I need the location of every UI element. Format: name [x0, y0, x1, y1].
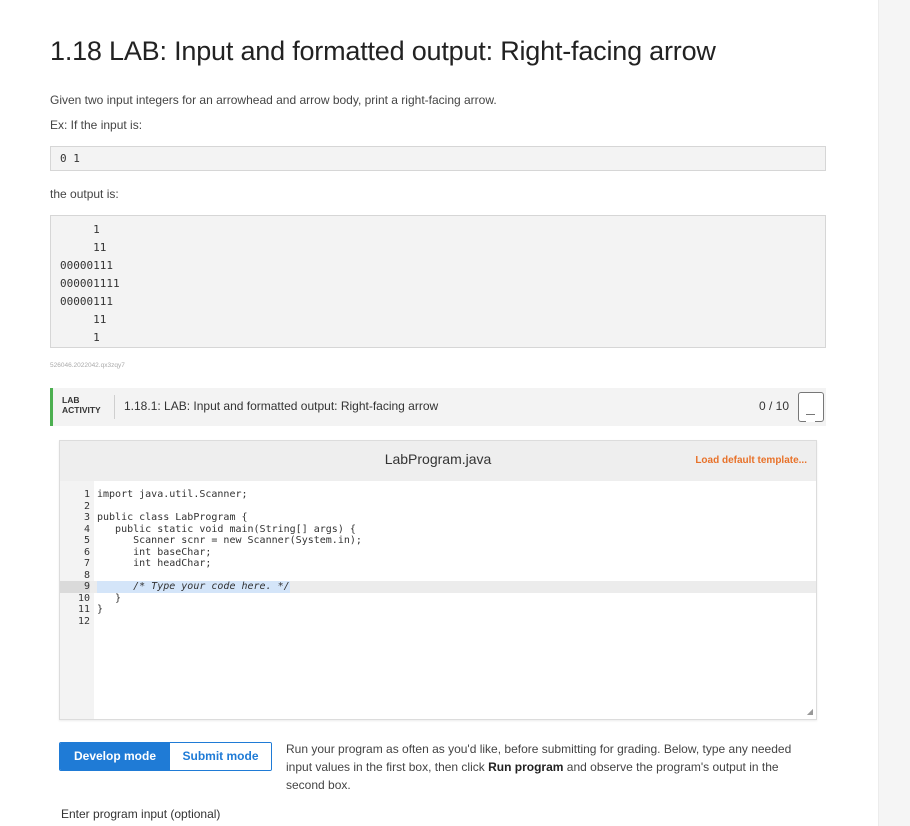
submit-mode-button[interactable]: Submit mode: [170, 743, 271, 770]
example-output-box: 1 11 00000111 000001111 00000111 11 1: [50, 215, 826, 348]
page-title: 1.18 LAB: Input and formatted output: Ri…: [50, 36, 716, 66]
line-number: 3: [83, 512, 90, 523]
code-line-active[interactable]: 9 /* Type your code here. */: [60, 581, 816, 593]
code-text: }: [97, 592, 122, 604]
code-line[interactable]: 2: [60, 501, 816, 513]
code-text: }: [97, 604, 104, 615]
output-line: 1: [60, 331, 100, 344]
line-number: 12: [77, 615, 90, 627]
code-line[interactable]: 1 import java.util.Scanner;: [60, 489, 816, 501]
code-text: int headChar;: [97, 558, 212, 569]
output-line: 11: [60, 241, 107, 254]
run-program-emphasis: Run program: [488, 760, 564, 774]
content-id: 526046.2022042.qx3zqy7: [50, 362, 125, 369]
run-instructions: Run your program as often as you'd like,…: [286, 740, 816, 794]
code-text-area[interactable]: 1 import java.util.Scanner; 2 3 public cla…: [60, 489, 816, 627]
output-line: 00000111: [60, 295, 113, 308]
line-number: 2: [83, 500, 90, 512]
code-line[interactable]: 7 int headChar;: [60, 558, 816, 570]
code-line[interactable]: 6 int baseChar;: [60, 547, 816, 559]
example-input-box: 0 1: [50, 146, 826, 171]
code-line[interactable]: 4 public static void main(String[] args)…: [60, 524, 816, 536]
code-text: import java.util.Scanner;: [97, 489, 248, 500]
code-editor: LabProgram.java Load default template...…: [59, 440, 817, 720]
right-sidebar-rail: [878, 0, 910, 826]
editor-header: LabProgram.java Load default template...: [60, 441, 816, 481]
lab-tag-line2: ACTIVITY: [62, 405, 101, 415]
code-text-selected: /* Type your code here. */: [97, 581, 290, 593]
example-input-line: 0 1: [60, 152, 80, 165]
lab-header-divider: [114, 395, 115, 419]
code-text: int baseChar;: [97, 546, 212, 558]
line-number: 7: [83, 558, 90, 569]
output-line: 11: [60, 313, 107, 326]
develop-mode-button[interactable]: Develop mode: [60, 743, 170, 770]
code-line[interactable]: 8: [60, 570, 816, 582]
line-number: 6: [83, 546, 90, 558]
line-number: 1: [83, 489, 90, 500]
lab-score: 0 / 10: [759, 399, 790, 413]
program-input-label: Enter program input (optional): [61, 807, 221, 821]
load-default-template-link[interactable]: Load default template...: [695, 455, 807, 466]
output-label: the output is:: [50, 187, 119, 201]
code-text: public class LabProgram {: [97, 512, 248, 523]
lab-tag-line1: LAB: [62, 395, 80, 405]
line-number: 5: [83, 535, 90, 546]
line-number: 11: [77, 604, 90, 615]
line-number: 10: [77, 592, 90, 604]
example-label: Ex: If the input is:: [50, 118, 143, 132]
code-line[interactable]: 10 }: [60, 593, 816, 605]
line-number: 8: [83, 569, 90, 581]
output-line: 00000111: [60, 259, 113, 272]
lab-activity-header: LAB ACTIVITY 1.18.1: LAB: Input and form…: [50, 388, 826, 426]
resize-handle-icon[interactable]: ◢: [807, 707, 813, 716]
code-line[interactable]: 12: [60, 616, 816, 628]
code-line[interactable]: 11}: [60, 604, 816, 616]
line-number: 9: [60, 581, 90, 593]
code-line[interactable]: 5 Scanner scnr = new Scanner(System.in);: [60, 535, 816, 547]
code-text: Scanner scnr = new Scanner(System.in);: [97, 535, 362, 546]
lab-activity-tag: LAB ACTIVITY: [62, 395, 101, 415]
score-badge-icon: [798, 392, 824, 422]
lab-activity-title: 1.18.1: LAB: Input and formatted output:…: [124, 399, 439, 413]
line-number: 4: [83, 523, 90, 535]
code-text: public static void main(String[] args) {: [97, 523, 356, 535]
code-line[interactable]: 3 public class LabProgram {: [60, 512, 816, 524]
intro-text: Given two input integers for an arrowhea…: [50, 93, 497, 107]
output-line: 1: [60, 223, 100, 236]
mode-toggle: Develop mode Submit mode: [59, 742, 272, 771]
output-line: 000001111: [60, 277, 120, 290]
